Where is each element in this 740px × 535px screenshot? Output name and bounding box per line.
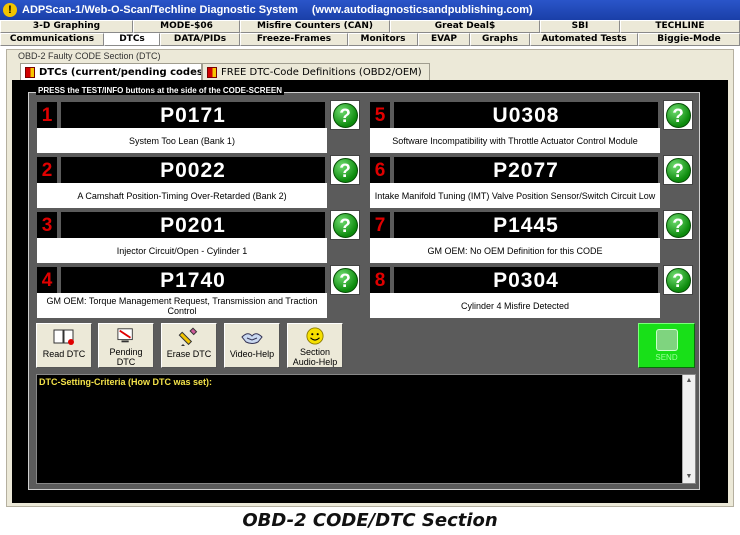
tab-great-deals[interactable]: Great Deal$ [390, 20, 540, 33]
dtc-description: Cylinder 4 Misfire Detected [370, 293, 660, 318]
dtc-code-display[interactable]: P0304 [394, 267, 658, 295]
smiley-icon [306, 327, 324, 345]
slot-number: 8 [370, 267, 390, 295]
tab-3d-graphing[interactable]: 3-D Graphing [0, 20, 133, 33]
eraser-pencil-icon [178, 327, 198, 346]
dtc-code-display[interactable]: P1740 [61, 267, 325, 295]
slot-number: 3 [37, 212, 57, 240]
dtc-description: Injector Circuit/Open - Cylinder 1 [37, 238, 327, 263]
window-title: ADPScan-1/Web-O-Scan/Techline Diagnostic… [22, 4, 298, 16]
handshake-icon [241, 333, 263, 344]
help-button[interactable]: ? [663, 100, 693, 130]
slot-number: 5 [370, 102, 390, 130]
tab-monitors[interactable]: Monitors [348, 33, 418, 46]
dtc-code-display[interactable]: P2077 [394, 157, 658, 185]
dtc-description: System Too Lean (Bank 1) [37, 128, 327, 153]
slot-number: 4 [37, 267, 57, 295]
help-button[interactable]: ? [663, 265, 693, 295]
app-icon: ! [3, 3, 17, 17]
audio-help-button[interactable]: Section Audio-Help [287, 323, 343, 368]
help-button[interactable]: ? [330, 100, 360, 130]
dtc-criteria-textarea[interactable]: DTC-Setting-Criteria (How DTC was set): … [36, 374, 696, 484]
subtab-label: FREE DTC-Code Definitions (OBD2/OEM) [221, 66, 422, 78]
pending-dtc-label: Pending DTC [109, 347, 143, 367]
question-icon: ? [665, 212, 691, 238]
dtc-description: GM OEM: No OEM Definition for this CODE [370, 238, 660, 263]
help-button[interactable]: ? [330, 210, 360, 240]
dtc-description: Intake Manifold Tuning (IMT) Valve Posit… [370, 183, 660, 208]
dtc-description: GM OEM: Torque Management Request, Trans… [37, 293, 327, 318]
help-button[interactable]: ? [330, 265, 360, 295]
monitor-icon [117, 328, 133, 343]
video-help-label: Video-Help [229, 349, 275, 359]
help-button[interactable]: ? [663, 155, 693, 185]
tab-row-2: Communications DTCs DATA/PIDs Freeze-Fra… [0, 33, 740, 46]
slot-number: 2 [37, 157, 57, 185]
tab-communications[interactable]: Communications [0, 33, 104, 46]
flag-icon [25, 66, 35, 78]
criteria-scrollbar[interactable]: ▲ ▼ [682, 375, 695, 483]
dtc-code-display[interactable]: P0171 [61, 102, 325, 130]
tab-automated-tests[interactable]: Automated Tests [530, 33, 638, 46]
dtc-criteria-label: DTC-Setting-Criteria (How DTC was set): [39, 377, 213, 387]
dtc-code-display[interactable]: P0201 [61, 212, 325, 240]
scroll-up-icon[interactable]: ▲ [683, 375, 695, 387]
flag-icon [207, 66, 217, 78]
figure-caption: OBD-2 CODE/DTC Section [242, 510, 498, 531]
send-label: SEND [655, 353, 678, 362]
question-icon: ? [332, 157, 358, 183]
subtab-dtcs-current[interactable]: DTCs (current/pending codes) [20, 63, 202, 80]
scroll-down-icon[interactable]: ▼ [683, 471, 695, 483]
pending-dtc-button[interactable]: Pending DTC [98, 323, 154, 368]
tab-misfire-counters[interactable]: Misfire Counters (CAN) [240, 20, 390, 33]
dtc-code-display[interactable]: P1445 [394, 212, 658, 240]
subtab-label: DTCs (current/pending codes) [39, 66, 202, 78]
book-icon [53, 329, 74, 345]
audio-help-label: Section Audio-Help [292, 347, 338, 367]
question-icon: ? [332, 267, 358, 293]
subtab-free-definitions[interactable]: FREE DTC-Code Definitions (OBD2/OEM) [202, 63, 430, 80]
tab-row-1: 3-D Graphing MODE-$06 Misfire Counters (… [0, 20, 740, 33]
help-button[interactable]: ? [330, 155, 360, 185]
tab-data-pids[interactable]: DATA/PIDs [160, 33, 240, 46]
dtc-code-display[interactable]: U0308 [394, 102, 658, 130]
send-button[interactable]: SEND [638, 323, 695, 368]
tab-dtcs[interactable]: DTCs [104, 33, 160, 46]
erase-dtc-button[interactable]: Erase DTC [161, 323, 217, 368]
question-icon: ? [332, 212, 358, 238]
video-help-button[interactable]: Video-Help [224, 323, 280, 368]
window-title-bar: ! ADPScan-1/Web-O-Scan/Techline Diagnost… [0, 0, 740, 20]
tab-freeze-frames[interactable]: Freeze-Frames [240, 33, 348, 46]
window-url: (www.autodiagnosticsandpublishing.com) [311, 4, 533, 16]
tab-mode-06[interactable]: MODE-$06 [133, 20, 240, 33]
dtc-section-legend: OBD-2 Faulty CODE Section (DTC) [16, 51, 163, 61]
erase-dtc-label: Erase DTC [166, 349, 212, 359]
question-icon: ? [665, 102, 691, 128]
dtc-description: A Camshaft Position-Timing Over-Retarded… [37, 183, 327, 208]
question-icon: ? [665, 267, 691, 293]
read-dtc-button[interactable]: Read DTC [36, 323, 92, 368]
tab-sbi[interactable]: SBI [540, 20, 620, 33]
dtc-code-display[interactable]: P0022 [61, 157, 325, 185]
slot-number: 7 [370, 212, 390, 240]
slot-number: 1 [37, 102, 57, 130]
question-icon: ? [665, 157, 691, 183]
code-screen-legend: PRESS the TEST/INFO buttons at the side … [36, 86, 285, 95]
tab-techline[interactable]: TECHLINE [620, 20, 740, 33]
dtc-description: Software Incompatibility with Throttle A… [370, 128, 660, 153]
tab-evap[interactable]: EVAP [418, 33, 470, 46]
read-dtc-label: Read DTC [42, 349, 86, 359]
send-icon [655, 329, 678, 351]
tab-graphs[interactable]: Graphs [470, 33, 530, 46]
slot-number: 6 [370, 157, 390, 185]
question-icon: ? [332, 102, 358, 128]
tab-biggie-mode[interactable]: Biggie-Mode [638, 33, 740, 46]
help-button[interactable]: ? [663, 210, 693, 240]
